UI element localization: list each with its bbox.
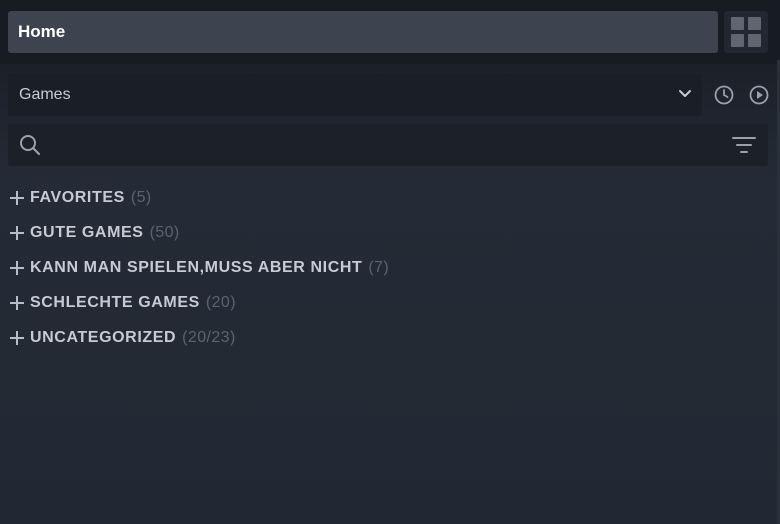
clock-icon[interactable] [713,84,735,106]
home-button[interactable]: Home [8,11,718,53]
search-bar [8,124,768,166]
category-row-schlechte-games[interactable]: SCHLECHTE GAMES (20) [0,285,780,320]
library-sidebar: Home Games FAVORITES (5) GUTE GAMES (50)… [0,0,780,524]
category-row-favorites[interactable]: FAVORITES (5) [0,180,780,215]
expand-plus-icon[interactable] [10,295,24,310]
expand-plus-icon[interactable] [10,330,24,345]
expand-plus-icon[interactable] [10,190,24,205]
play-circle-icon[interactable] [748,84,770,106]
expand-plus-icon[interactable] [10,260,24,275]
category-count: (20/23) [182,328,236,346]
home-label: Home [18,22,66,41]
category-name: KANN MAN SPIELEN,MUSS ABER NICHT [30,258,363,276]
category-name: GUTE GAMES [30,223,144,241]
category-name: UNCATEGORIZED [30,328,177,346]
category-count: (7) [368,258,390,276]
category-count: (5) [130,188,152,206]
collection-dropdown[interactable]: Games [8,74,702,116]
grid-view-button[interactable] [724,11,768,53]
category-name: SCHLECHTE GAMES [30,293,200,311]
grid-view-icon [731,17,761,47]
search-icon [20,135,41,156]
expand-plus-icon[interactable] [10,225,24,240]
collection-selected-label: Games [19,86,71,103]
category-count: (50) [149,223,180,241]
category-count: (20) [205,293,236,311]
chevron-down-icon [679,90,691,97]
category-row-gute-games[interactable]: GUTE GAMES (50) [0,215,780,250]
category-list: FAVORITES (5) GUTE GAMES (50) KANN MAN S… [0,180,780,355]
search-input[interactable] [52,130,716,162]
category-name: FAVORITES [30,188,125,206]
category-row-uncategorized[interactable]: UNCATEGORIZED (20/23) [0,320,780,355]
top-bar: Home [0,0,780,64]
category-row-kann-man-spielen[interactable]: KANN MAN SPIELEN,MUSS ABER NICHT (7) [0,250,780,285]
filter-icon[interactable] [732,135,756,155]
